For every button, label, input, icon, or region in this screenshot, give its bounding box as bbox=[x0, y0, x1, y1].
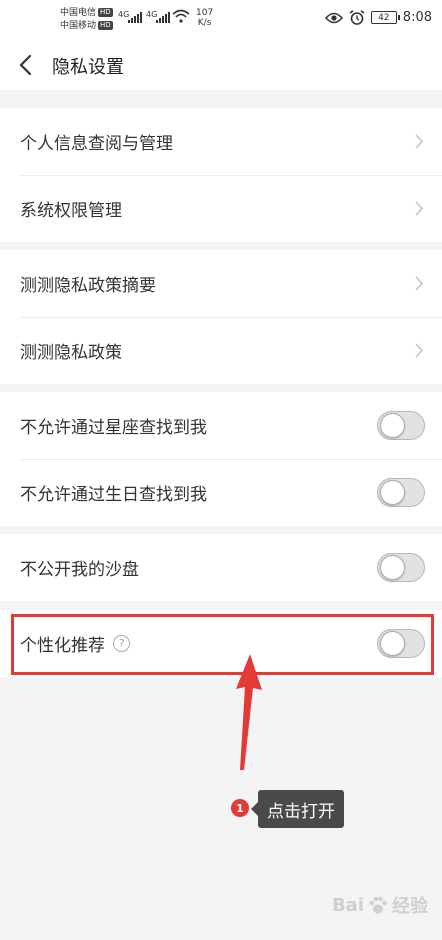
signal-icon bbox=[128, 12, 142, 23]
baidu-watermark: Bai 经验 bbox=[332, 892, 428, 918]
wifi-icon bbox=[172, 9, 190, 23]
sandbox-toggle[interactable] bbox=[377, 553, 425, 582]
carrier-2: 中国移动 bbox=[60, 21, 97, 31]
nav-header: 隐私设置 bbox=[0, 40, 442, 90]
page-title: 隐私设置 bbox=[52, 57, 124, 78]
row-label: 个人信息查阅与管理 bbox=[20, 134, 173, 154]
step-badge: 1 bbox=[231, 799, 249, 817]
toggle-knob bbox=[380, 555, 405, 580]
chevron-right-icon bbox=[415, 343, 424, 358]
toggle-knob bbox=[380, 631, 405, 656]
chevron-right-icon bbox=[415, 134, 424, 149]
row-label: 个性化推荐 bbox=[20, 636, 105, 656]
row-personal-info[interactable]: 个人信息查阅与管理 bbox=[0, 108, 442, 175]
signal-icon-2 bbox=[156, 12, 170, 23]
watermark-text: Bai bbox=[331, 894, 364, 916]
eye-icon bbox=[324, 12, 343, 23]
toggle-knob bbox=[380, 413, 405, 438]
row-no-zodiac-search: 不允许通过星座查找到我 bbox=[0, 392, 442, 459]
zodiac-search-toggle[interactable] bbox=[377, 411, 425, 440]
paw-icon bbox=[369, 896, 387, 914]
personalized-recommend-toggle[interactable] bbox=[377, 629, 425, 658]
settings-group-recommend: 个性化推荐 ? bbox=[0, 610, 442, 677]
red-arrow-icon bbox=[236, 654, 262, 770]
settings-group-policy: 测测隐私政策摘要 测测隐私政策 bbox=[0, 250, 442, 384]
battery-icon: 42 bbox=[370, 11, 400, 24]
row-label: 测测隐私政策 bbox=[20, 343, 122, 363]
watermark-text-2: 经验 bbox=[392, 896, 428, 917]
row-label: 测测隐私政策摘要 bbox=[20, 276, 156, 296]
carrier-1: 中国电信 bbox=[60, 8, 97, 18]
settings-group-sandbox: 不公开我的沙盘 bbox=[0, 534, 442, 601]
row-hide-sandbox: 不公开我的沙盘 bbox=[0, 534, 442, 601]
row-policy-summary[interactable]: 测测隐私政策摘要 bbox=[0, 250, 442, 317]
clock: 8:08 bbox=[402, 10, 432, 25]
chevron-right-icon bbox=[415, 276, 424, 291]
row-no-birthday-search: 不允许通过生日查找到我 bbox=[0, 459, 442, 526]
back-arrow-icon[interactable] bbox=[14, 52, 40, 78]
tip-label: 点击打开 bbox=[251, 790, 344, 828]
help-icon[interactable]: ? bbox=[113, 635, 130, 652]
alarm-icon bbox=[349, 10, 365, 25]
settings-group-search: 不允许通过星座查找到我 不允许通过生日查找到我 bbox=[0, 392, 442, 526]
row-label: 不允许通过星座查找到我 bbox=[20, 418, 207, 438]
toggle-knob bbox=[380, 480, 405, 505]
hd-badge-2: HD bbox=[98, 21, 113, 30]
birthday-search-toggle[interactable] bbox=[377, 478, 425, 507]
row-personalized-recommend: 个性化推荐 ? bbox=[0, 610, 442, 677]
status-right: 42 8:08 bbox=[324, 10, 432, 25]
carrier-info: 中国电信 HD 中国移动 HD bbox=[60, 7, 113, 33]
settings-group-personal: 个人信息查阅与管理 系统权限管理 bbox=[0, 108, 442, 242]
chevron-right-icon bbox=[415, 201, 424, 216]
row-privacy-policy[interactable]: 测测隐私政策 bbox=[0, 317, 442, 384]
row-label: 系统权限管理 bbox=[20, 201, 122, 221]
net-speed: 107 K/s bbox=[196, 8, 214, 28]
status-bar: 中国电信 HD 中国移动 HD 4G 4G 107 K/s 42 8:08 bbox=[0, 0, 442, 40]
row-label: 不公开我的沙盘 bbox=[20, 560, 139, 580]
row-label: 不允许通过生日查找到我 bbox=[20, 485, 207, 505]
hd-badge: HD bbox=[98, 8, 113, 17]
row-system-permission[interactable]: 系统权限管理 bbox=[0, 175, 442, 242]
